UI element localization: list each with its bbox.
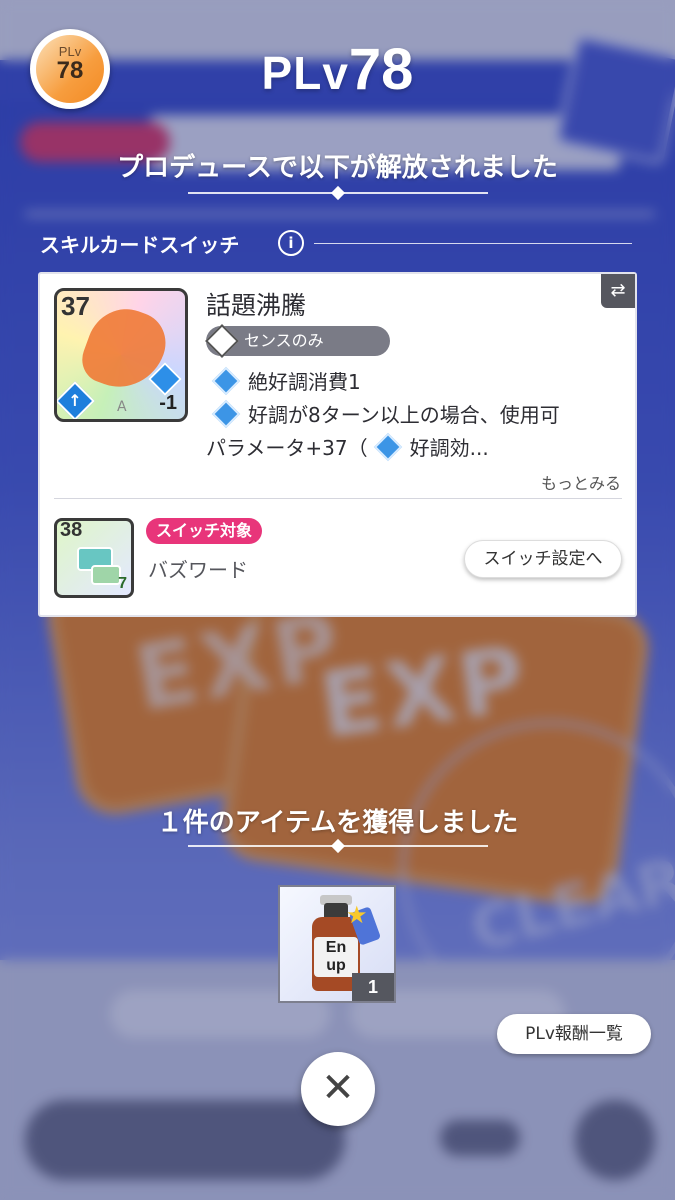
switch-card-badge: 7 — [118, 575, 127, 592]
panel-separator — [54, 498, 622, 499]
card-switch-icon[interactable]: ⇄ — [601, 274, 635, 308]
more-link[interactable]: もっとみる — [541, 470, 621, 494]
card-modifier: -1 — [159, 392, 177, 414]
switch-settings-button[interactable]: スイッチ設定へ — [464, 540, 622, 578]
section-line — [314, 243, 632, 244]
unlock-heading: プロデュースで以下が解放されました — [117, 153, 558, 183]
bottle-label: En up — [314, 937, 358, 977]
skill-card-art[interactable]: 37 ↑ A -1 — [54, 288, 188, 422]
card-effect-1: 絶好調消費1 — [206, 366, 361, 396]
info-icon[interactable]: i — [278, 230, 304, 256]
switch-target-tag: スイッチ対象 — [146, 518, 263, 544]
items-heading: １件のアイテムを獲得しました — [156, 808, 519, 838]
plv-title-prefix: PLv — [261, 47, 349, 99]
bottle-label-line1: En — [325, 939, 347, 956]
good-condition-icon — [211, 399, 241, 429]
card-effect-3-tail: 好調効... — [409, 436, 489, 460]
card-effect-3: パラメータ+37（ 好調効... — [206, 432, 489, 462]
close-icon: ✕ — [321, 1065, 355, 1111]
card-cost: 37 — [61, 291, 90, 321]
skill-card-panel: ⇄ 37 ↑ A -1 話題沸騰 センスのみ 絶好調消費1 好調が8ターン以上の… — [38, 272, 637, 617]
card-effect-3-text: パラメータ+37（ — [206, 436, 368, 460]
plv-rewards-list-button[interactable]: PLv報酬一覧 — [497, 1014, 651, 1054]
reward-item[interactable]: En up ★ 1 — [278, 885, 396, 1003]
card-effect-2-text: 好調が8ターン以上の場合、使用可 — [248, 403, 560, 427]
plv-title-value: 78 — [348, 37, 414, 102]
items-divider — [188, 838, 488, 854]
item-quantity: 1 — [352, 973, 394, 1001]
switch-card-art[interactable]: 38 7 — [54, 518, 134, 598]
card-effect-2: 好調が8ターン以上の場合、使用可 — [206, 399, 560, 429]
sense-gem-icon — [205, 324, 239, 358]
switch-card-cost: 38 — [60, 519, 83, 541]
bottle-label-line2: up — [326, 957, 346, 974]
chat-bubble-icon-2 — [91, 565, 121, 585]
card-name: 話題沸騰 — [206, 291, 307, 320]
card-rank: A — [117, 399, 127, 415]
close-button[interactable]: ✕ — [301, 1052, 375, 1126]
card-effect-1-text: 絶好調消費1 — [248, 370, 361, 394]
good-condition-icon — [211, 366, 241, 396]
switch-card-name: バズワード — [148, 558, 248, 582]
card-type-pill: センスのみ — [205, 324, 390, 358]
unlock-divider — [188, 185, 488, 201]
plv-title: PLv78 — [0, 36, 675, 103]
card-type-label: センスのみ — [244, 331, 324, 350]
good-condition-icon — [373, 432, 402, 462]
section-title: スキルカードスイッチ — [40, 233, 240, 257]
star-icon: ★ — [346, 901, 368, 929]
upgrade-arrow-icon: ↑ — [57, 381, 95, 419]
